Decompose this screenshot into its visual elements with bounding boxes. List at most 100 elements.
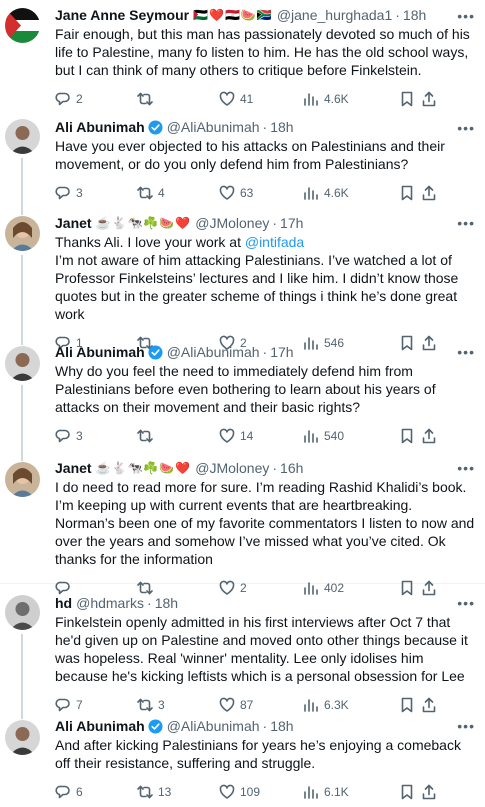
user-handle[interactable]: @AliAbunimah — [167, 343, 260, 361]
bookmark-button[interactable] — [399, 91, 421, 107]
share-button[interactable] — [421, 784, 439, 800]
tweet[interactable]: Ali Abunimah @AliAbunimah · 18h ••• Have… — [0, 112, 485, 211]
display-name[interactable]: Ali Abunimah — [55, 717, 145, 735]
tweet[interactable]: Janet ☕🐇🐄☘️🍉❤️ @JMoloney · 16h ••• I do … — [0, 458, 485, 596]
reply-button[interactable]: 7 — [55, 697, 137, 713]
user-handle[interactable]: @JMoloney — [195, 459, 269, 477]
bookmark-button[interactable] — [399, 697, 421, 713]
display-name[interactable]: hd — [55, 594, 72, 612]
tweet[interactable]: Janet ☕🐇🐄☘️🍉❤️ @JMoloney · 17h ••• Thank… — [0, 211, 485, 351]
reply-count: 7 — [76, 698, 83, 712]
reply-thread-feed: Jane Anne Seymour 🇵🇸❤️🇪🇬🍉🇿🇦 @jane_hurgha… — [0, 0, 485, 807]
tweet-header: Jane Anne Seymour 🇵🇸❤️🇪🇬🍉🇿🇦 @jane_hurgha… — [55, 0, 475, 24]
more-options-icon[interactable]: ••• — [457, 595, 475, 611]
heart-icon — [219, 185, 235, 200]
like-button[interactable]: 87 — [219, 697, 303, 713]
more-options-icon[interactable]: ••• — [457, 718, 475, 734]
reply-button[interactable]: 3 — [55, 428, 137, 444]
separator-dot: · — [272, 460, 278, 476]
avatar[interactable] — [5, 595, 40, 630]
tweet[interactable]: Ali Abunimah @AliAbunimah · 18h ••• And … — [0, 717, 485, 807]
repost-count: 4 — [158, 186, 165, 200]
tweet-text: Have you ever objected to his attacks on… — [55, 138, 449, 172]
display-name[interactable]: Ali Abunimah — [55, 118, 145, 136]
share-icon — [422, 91, 436, 107]
repost-icon — [137, 698, 153, 712]
repost-button[interactable] — [137, 428, 219, 444]
reply-button[interactable]: 3 — [55, 185, 137, 201]
more-options-icon[interactable]: ••• — [457, 344, 475, 360]
like-button[interactable]: 41 — [219, 91, 303, 107]
timestamp[interactable]: 18h — [403, 6, 426, 24]
like-button[interactable]: 63 — [219, 185, 303, 201]
views-chart-icon — [304, 786, 318, 799]
timestamp[interactable]: 17h — [270, 343, 293, 361]
avatar[interactable] — [5, 119, 40, 154]
repost-icon — [137, 186, 153, 200]
display-name[interactable]: Ali Abunimah — [55, 343, 145, 361]
like-count: 109 — [240, 785, 261, 799]
views-chart-icon — [304, 699, 318, 712]
tweet[interactable]: hd @hdmarks · 18h ••• Finkelstein openly… — [0, 584, 485, 717]
more-options-icon[interactable]: ••• — [457, 460, 475, 476]
reply-button[interactable]: 6 — [55, 784, 137, 800]
bookmark-button[interactable] — [399, 784, 421, 800]
timestamp[interactable]: 16h — [280, 459, 303, 477]
user-handle[interactable]: @AliAbunimah — [167, 118, 260, 136]
user-handle[interactable]: @hdmarks — [76, 594, 144, 612]
thread-line — [21, 255, 23, 343]
reply-icon — [55, 429, 70, 443]
heart-icon — [219, 784, 235, 799]
views-button[interactable]: 540 — [303, 428, 399, 444]
avatar[interactable] — [5, 346, 40, 381]
repost-icon — [137, 429, 153, 443]
timestamp[interactable]: 17h — [280, 214, 303, 232]
timestamp[interactable]: 18h — [270, 118, 293, 136]
text-segment: I’m not aware of him attacking Palestini… — [55, 252, 459, 322]
views-button[interactable]: 4.6K — [303, 91, 399, 107]
share-button[interactable] — [421, 185, 439, 201]
avatar[interactable] — [5, 8, 40, 43]
reply-button[interactable]: 2 — [55, 91, 137, 107]
tweet-actions: 6 13 109 6.1K — [55, 778, 475, 806]
mention-link[interactable]: @intifada — [245, 234, 304, 250]
like-button[interactable]: 14 — [219, 428, 303, 444]
tweet-text: I do need to read more for sure. I’m rea… — [55, 479, 479, 567]
like-button[interactable]: 109 — [219, 784, 303, 800]
verified-badge-icon — [148, 718, 163, 734]
views-button[interactable]: 6.1K — [303, 784, 399, 800]
repost-button[interactable]: 3 — [137, 697, 219, 713]
name-emojis: 🇵🇸❤️🇪🇬🍉🇿🇦 — [193, 8, 273, 22]
timestamp[interactable]: 18h — [155, 594, 178, 612]
user-handle[interactable]: @AliAbunimah — [167, 717, 260, 735]
avatar[interactable] — [5, 216, 40, 251]
tweet[interactable]: Jane Anne Seymour 🇵🇸❤️🇪🇬🍉🇿🇦 @jane_hurgha… — [0, 0, 485, 112]
bookmark-icon — [401, 784, 413, 800]
display-name[interactable]: Janet — [55, 214, 92, 232]
bookmark-button[interactable] — [399, 428, 421, 444]
views-button[interactable]: 4.6K — [303, 185, 399, 201]
thread-line — [21, 717, 23, 719]
share-button[interactable] — [421, 428, 439, 444]
display-name[interactable]: Jane Anne Seymour — [55, 6, 189, 24]
views-button[interactable]: 6.3K — [303, 697, 399, 713]
repost-count: 3 — [158, 698, 165, 712]
tweet[interactable]: Ali Abunimah @AliAbunimah · 17h ••• Why … — [0, 343, 485, 458]
share-button[interactable] — [421, 91, 439, 107]
bookmark-button[interactable] — [399, 185, 421, 201]
repost-button[interactable] — [137, 91, 219, 107]
verified-badge-icon — [148, 344, 163, 360]
avatar[interactable] — [5, 462, 40, 497]
tweet-header: Janet ☕🐇🐄☘️🍉❤️ @JMoloney · 17h — [55, 211, 475, 232]
repost-button[interactable]: 4 — [137, 185, 219, 201]
timestamp[interactable]: 18h — [270, 717, 293, 735]
user-handle[interactable]: @JMoloney — [195, 214, 269, 232]
avatar[interactable] — [5, 720, 40, 755]
more-options-icon[interactable]: ••• — [457, 215, 475, 231]
display-name[interactable]: Janet — [55, 459, 92, 477]
more-options-icon[interactable]: ••• — [457, 8, 475, 24]
more-options-icon[interactable]: ••• — [457, 120, 475, 136]
share-button[interactable] — [421, 697, 439, 713]
repost-button[interactable]: 13 — [137, 784, 219, 800]
user-handle[interactable]: @jane_hurghada1 — [277, 6, 392, 24]
